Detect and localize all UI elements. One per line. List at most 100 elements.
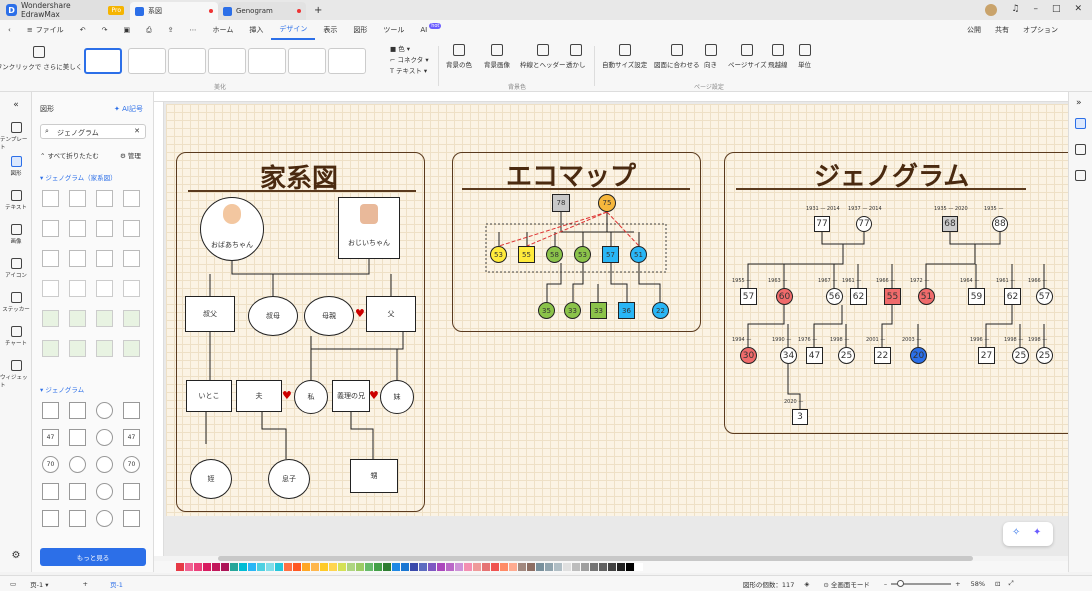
shape-thumbnail[interactable]	[96, 483, 113, 500]
shape-thumbnail[interactable]	[123, 340, 140, 357]
color-swatch[interactable]	[419, 563, 427, 571]
ecomap-node[interactable]: 58	[546, 246, 563, 263]
genogram-node[interactable]: 27	[978, 347, 995, 364]
clear-icon[interactable]: ✕	[134, 127, 140, 135]
sparkle-icon[interactable]: ✦	[1033, 527, 1041, 538]
library-header-2[interactable]: ▾ ジェノグラム	[40, 384, 84, 394]
shape-thumbnail[interactable]	[123, 510, 140, 527]
shape-thumbnail[interactable]	[96, 402, 113, 419]
more-button[interactable]: もっと見る	[40, 548, 146, 566]
watermark-button[interactable]: 透かし	[566, 44, 586, 69]
tab-kakeizu[interactable]: 系図	[130, 2, 218, 20]
color-swatch[interactable]	[221, 563, 229, 571]
nephew-node[interactable]: 甥	[350, 459, 398, 493]
ecomap-node[interactable]: 33	[564, 302, 581, 319]
shape-thumbnail[interactable]	[69, 483, 86, 500]
page-tab[interactable]: 页-1	[110, 579, 123, 589]
rail-charts[interactable]: チャート	[0, 326, 32, 347]
color-swatch[interactable]	[545, 563, 553, 571]
rail-widgets[interactable]: ウィジェット	[0, 360, 32, 389]
genogram-node[interactable]: 57	[1036, 288, 1053, 305]
shape-thumbnail[interactable]	[96, 429, 113, 446]
ecomap-node[interactable]: 35	[538, 302, 555, 319]
shape-thumbnail[interactable]	[42, 280, 59, 297]
style-option-1[interactable]	[84, 48, 122, 74]
mother-node[interactable]: 母親	[304, 296, 354, 336]
zoom-in-icon[interactable]: +	[955, 580, 960, 588]
menu-insert[interactable]: 挿入	[241, 20, 271, 40]
color-swatch[interactable]	[590, 563, 598, 571]
color-swatch[interactable]	[257, 563, 265, 571]
shape-thumbnail[interactable]	[69, 190, 86, 207]
color-swatch[interactable]	[455, 563, 463, 571]
genogram-node[interactable]: 20	[910, 347, 927, 364]
menu-view[interactable]: 表示	[315, 20, 345, 40]
genogram-node[interactable]: 68	[942, 216, 958, 232]
genogram-node[interactable]: 30	[740, 347, 757, 364]
shape-thumbnail[interactable]	[96, 220, 113, 237]
shape-thumbnail[interactable]	[69, 402, 86, 419]
genogram-node[interactable]: 55	[884, 288, 901, 305]
canvas-area[interactable]: 家系図 おばあちゃん おじいちゃん 叔父 叔母 母親 父 ♥ いとこ 夫 ♥ 私…	[154, 92, 1068, 556]
shape-thumbnail[interactable]	[42, 190, 59, 207]
niece-node[interactable]: 姪	[190, 459, 232, 499]
genogram-node[interactable]: 25	[1036, 347, 1053, 364]
fullscreen-button[interactable]: ⊙ 全画面モード	[823, 579, 870, 589]
add-page-button[interactable]: +	[82, 580, 87, 588]
shape-thumbnail[interactable]	[96, 456, 113, 473]
color-swatch[interactable]	[527, 563, 535, 571]
shape-thumbnail[interactable]	[96, 310, 113, 327]
ecomap-node[interactable]: 55	[518, 246, 535, 263]
color-swatch[interactable]	[266, 563, 274, 571]
color-swatch[interactable]	[329, 563, 337, 571]
jump-line-button[interactable]: 飛越線	[768, 44, 788, 69]
style-option-2[interactable]	[128, 48, 166, 74]
shape-thumbnail[interactable]	[69, 280, 86, 297]
color-swatch[interactable]	[482, 563, 490, 571]
shape-thumbnail[interactable]	[69, 429, 86, 446]
menu-home[interactable]: ホーム	[205, 20, 242, 40]
bg-color-button[interactable]: 背景の色	[446, 44, 472, 69]
undo-icon[interactable]: ↶	[72, 20, 94, 40]
ecomap-node[interactable]: 51	[630, 246, 647, 263]
husband-node[interactable]: 夫	[236, 380, 282, 412]
color-dropdown[interactable]: ■ 色 ▾	[390, 44, 429, 55]
minimize-icon[interactable]: –	[1033, 4, 1038, 16]
shape-thumbnail[interactable]	[96, 190, 113, 207]
genogram-node[interactable]: 77	[856, 216, 872, 232]
style-option-3[interactable]	[168, 48, 206, 74]
ecomap-node[interactable]: 53	[574, 246, 591, 263]
color-swatch[interactable]	[284, 563, 292, 571]
zoom-handle[interactable]	[897, 579, 905, 587]
shape-thumbnail[interactable]	[69, 340, 86, 357]
genogram-node[interactable]: 47	[806, 347, 823, 364]
genogram-node[interactable]: 34	[780, 347, 797, 364]
genogram-node[interactable]: 77	[814, 216, 830, 232]
shape-thumbnail[interactable]	[96, 250, 113, 267]
menu-shape[interactable]: 図形	[345, 20, 375, 40]
one-click-beautify-button[interactable]: ワンクリックで さらに美しく	[0, 46, 82, 71]
brother-in-law-node[interactable]: 義理の兄	[332, 380, 370, 412]
app-tab[interactable]: D Wondershare EdrawMax Pro	[0, 0, 130, 20]
color-swatch[interactable]	[203, 563, 211, 571]
color-swatch[interactable]	[392, 563, 400, 571]
color-swatch[interactable]	[383, 563, 391, 571]
shape-thumbnail[interactable]: 70	[42, 456, 59, 473]
shape-thumbnail[interactable]	[96, 510, 113, 527]
collapse-rail-button[interactable]: «	[0, 100, 32, 110]
cousin-node[interactable]: いとこ	[186, 380, 232, 412]
shape-thumbnail[interactable]	[123, 250, 140, 267]
shape-thumbnail[interactable]	[42, 250, 59, 267]
collapse-all-button[interactable]: ⌃ すべて折りたたむ	[40, 150, 99, 160]
rail-templates[interactable]: テンプレート	[0, 122, 32, 151]
genogram-node[interactable]: 62	[1004, 288, 1021, 305]
page-select[interactable]: 页-1 ▾	[30, 579, 48, 589]
tab-genogram[interactable]: Genogram	[218, 2, 306, 20]
color-swatch[interactable]	[491, 563, 499, 571]
genogram-node[interactable]: 60	[776, 288, 793, 305]
color-swatch[interactable]	[302, 563, 310, 571]
genogram-node[interactable]: 51	[918, 288, 935, 305]
library-header-1[interactable]: ▾ ジェノグラム（家系図）	[40, 172, 117, 182]
fit-drawing-button[interactable]: 図面に合わせる	[654, 44, 700, 69]
style-option-7[interactable]	[328, 48, 366, 74]
